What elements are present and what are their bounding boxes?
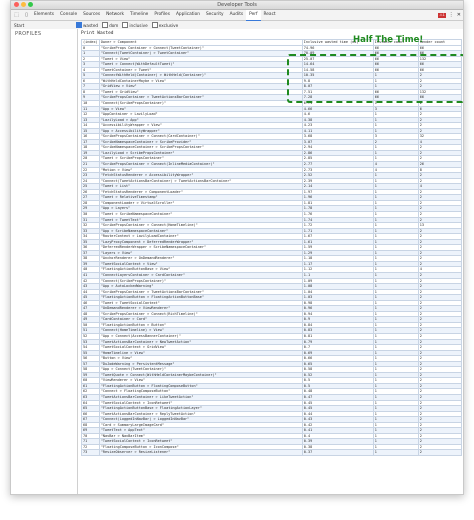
panel-tab-bar: ⬚ ▯ Elements Console Sources Network Tim… xyxy=(11,9,463,21)
exclusive-toggle[interactable]: exclusive xyxy=(151,22,179,28)
close-icon[interactable]: ✕ xyxy=(457,12,461,18)
row-instance-count: 1 xyxy=(372,449,419,456)
inclusive-toggle[interactable]: inclusive xyxy=(122,22,148,28)
profiles-sidebar: PROFILES xyxy=(11,29,78,494)
start-button[interactable]: Start xyxy=(11,23,76,28)
tab-timeline[interactable]: Timeline xyxy=(127,10,151,20)
table-row: 73 "ResizeObserver > ResizeListener" 0.37 1… xyxy=(81,449,462,456)
device-toolbar-icon[interactable]: ▯ xyxy=(24,12,29,18)
warning-count: 1 xyxy=(442,12,445,17)
checkbox-icon xyxy=(102,22,109,28)
col-index[interactable]: (index) xyxy=(81,39,100,46)
devtools-window: Developer Tools ⬚ ▯ Elements Console Sou… xyxy=(10,0,464,495)
annotation-callout: Half The Time! xyxy=(353,35,424,45)
inclusive-label: inclusive xyxy=(129,22,148,28)
wasted-table: (index) Owner > Component Inclusive wast… xyxy=(81,39,462,456)
checkbox-icon xyxy=(151,22,158,28)
dom-toggle[interactable]: dom xyxy=(102,22,118,28)
checkbox-icon xyxy=(122,22,129,28)
inspect-element-icon[interactable]: ⬚ xyxy=(14,12,19,18)
row-owner-component: "ResizeObserver > ResizeListener" xyxy=(98,449,303,456)
tab-profiles[interactable]: Profiles xyxy=(151,10,173,20)
warning-badge[interactable]: ⚠1 xyxy=(438,12,446,18)
exclusive-label: exclusive xyxy=(158,22,179,28)
tab-application[interactable]: Application xyxy=(173,10,203,20)
dom-label: dom xyxy=(109,22,119,28)
wasted-label: wasted xyxy=(83,22,99,28)
tab-elements[interactable]: Elements xyxy=(31,10,57,20)
tab-console[interactable]: Console xyxy=(57,10,80,20)
row-index: 73 xyxy=(81,449,100,456)
tab-audits[interactable]: Audits xyxy=(227,10,247,20)
tab-bar-actions: ⚠1 ⋮ ✕ xyxy=(438,10,461,20)
console-output: Print Wasted (index) Owner > Component I… xyxy=(78,29,463,494)
wasted-toggle[interactable]: wasted xyxy=(76,22,98,28)
row-wasted-time: 0.37 xyxy=(301,449,374,456)
tab-perf[interactable]: Perf xyxy=(246,9,261,21)
window-title: Developer Tools xyxy=(217,2,257,8)
more-menu-icon[interactable]: ⋮ xyxy=(449,12,454,18)
tab-security[interactable]: Security xyxy=(203,10,227,20)
tab-react[interactable]: React xyxy=(261,10,279,20)
row-render-count: 2 xyxy=(417,449,462,456)
profiles-heading: PROFILES xyxy=(15,31,42,37)
checkbox-icon xyxy=(76,22,82,28)
table-body: 0 "ScribeProps Container > Connect(TweetC… xyxy=(81,44,462,456)
title-bar: Developer Tools xyxy=(11,1,463,10)
tab-sources[interactable]: Sources xyxy=(80,10,103,20)
tab-network[interactable]: Network xyxy=(103,10,127,20)
